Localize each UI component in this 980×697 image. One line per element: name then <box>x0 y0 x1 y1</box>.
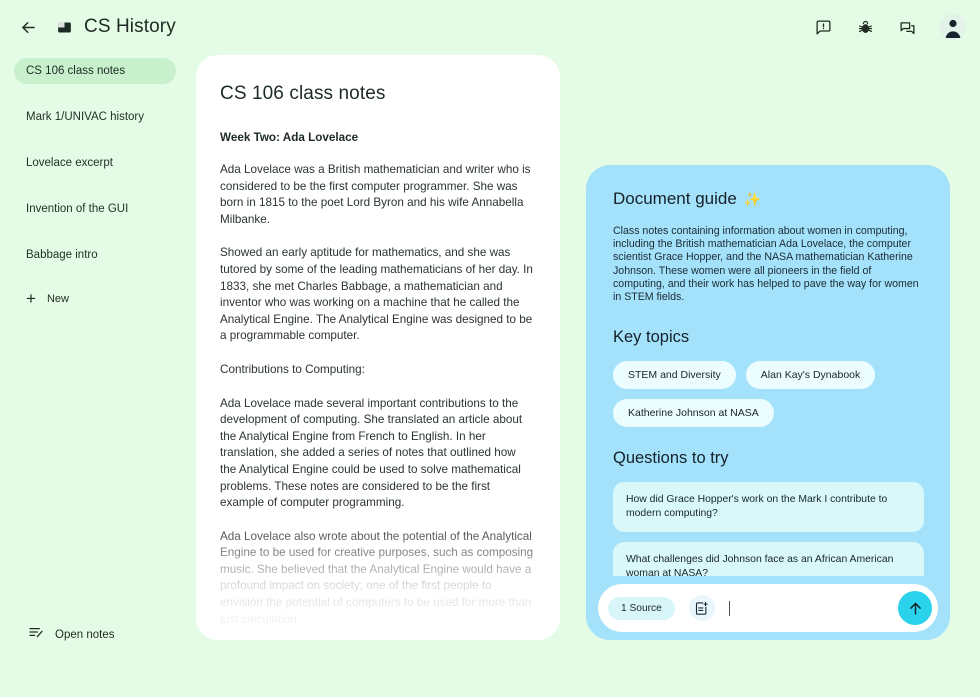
text-caret <box>728 600 730 616</box>
sidebar-item-invention-of-the-gui[interactable]: Invention of the GUI <box>14 196 176 222</box>
sidebar-item-babbage-intro[interactable]: Babbage intro <box>14 242 176 268</box>
sparkle-icon: ✨ <box>743 191 762 207</box>
key-topics-list: STEM and Diversity Alan Kay's Dynabook K… <box>613 361 924 428</box>
questions-to-try-heading: Questions to try <box>613 449 729 468</box>
sidebar: CS 106 class notes Mark 1/UNIVAC history… <box>0 54 190 697</box>
sidebar-item-label: CS 106 class notes <box>26 65 126 77</box>
document-title: CS 106 class notes <box>220 83 386 104</box>
document-paragraph: Ada Lovelace was a British mathematician… <box>220 163 531 226</box>
sidebar-item-cs-106-class-notes[interactable]: CS 106 class notes <box>14 58 176 84</box>
page-title: CS History <box>84 16 176 37</box>
document-content: CS 106 class notes Week Two: Ada Lovelac… <box>196 55 560 640</box>
key-topic-chip[interactable]: Katherine Johnson at NASA <box>613 399 774 428</box>
sidebar-item-label: Mark 1/UNIVAC history <box>26 111 145 123</box>
plus-icon: + <box>26 289 36 308</box>
app-logo-icon <box>54 17 74 37</box>
document-subtitle: Week Two: Ada Lovelace <box>220 131 359 144</box>
document-guide-heading-label: Document guide <box>613 189 737 208</box>
document-card: CS 106 class notes Week Two: Ada Lovelac… <box>196 55 560 640</box>
key-topic-chip[interactable]: STEM and Diversity <box>613 361 736 390</box>
suggested-question[interactable]: How did Grace Hopper's work on the Mark … <box>613 482 924 533</box>
document-guide-panel: Document guide ✨ Class notes containing … <box>586 165 950 640</box>
composer-bar: 1 Source <box>598 584 938 632</box>
app-root: CS History CS 106 class notes Mark 1/UNI… <box>0 0 980 697</box>
sidebar-item-label: Babbage intro <box>26 249 98 261</box>
key-topics-heading: Key topics <box>613 328 690 347</box>
document-guide-content: Document guide ✨ Class notes containing … <box>586 165 950 593</box>
chat-icon[interactable] <box>894 14 920 40</box>
new-note-button[interactable]: + New <box>14 284 176 313</box>
top-bar-actions <box>810 14 966 40</box>
document-paragraph: Showed an early aptitude for mathematics… <box>220 246 533 343</box>
document-guide-heading: Document guide ✨ <box>613 189 924 209</box>
edit-note-icon <box>28 624 44 645</box>
document-paragraph: Ada Lovelace also wrote about the potent… <box>220 529 534 626</box>
sidebar-item-label: Invention of the GUI <box>26 203 129 215</box>
document-guide-description: Class notes containing information about… <box>613 225 919 304</box>
document-paragraph: Ada Lovelace made several important cont… <box>220 396 523 510</box>
new-note-label: New <box>46 292 69 305</box>
avatar[interactable] <box>940 14 966 40</box>
top-bar: CS History <box>0 0 980 54</box>
sidebar-item-lovelace-excerpt[interactable]: Lovelace excerpt <box>14 150 176 176</box>
key-topic-chip[interactable]: Alan Kay's Dynabook <box>745 361 876 390</box>
feedback-icon[interactable] <box>810 14 836 40</box>
note-add-icon[interactable] <box>688 595 715 621</box>
back-button[interactable] <box>14 13 42 41</box>
sidebar-item-label: Lovelace excerpt <box>26 157 113 169</box>
open-notes-label: Open notes <box>55 628 115 641</box>
source-count-chip[interactable]: 1 Source <box>608 596 675 620</box>
composer-container: 1 Source <box>586 576 950 640</box>
prompt-input[interactable] <box>735 602 898 614</box>
send-button[interactable] <box>898 591 932 625</box>
sidebar-item-mark-1-univac-history[interactable]: Mark 1/UNIVAC history <box>14 104 176 130</box>
open-notes-button[interactable]: Open notes <box>28 624 114 645</box>
document-paragraph: Contributions to Computing: <box>220 362 365 376</box>
bug-report-icon[interactable] <box>852 14 878 40</box>
